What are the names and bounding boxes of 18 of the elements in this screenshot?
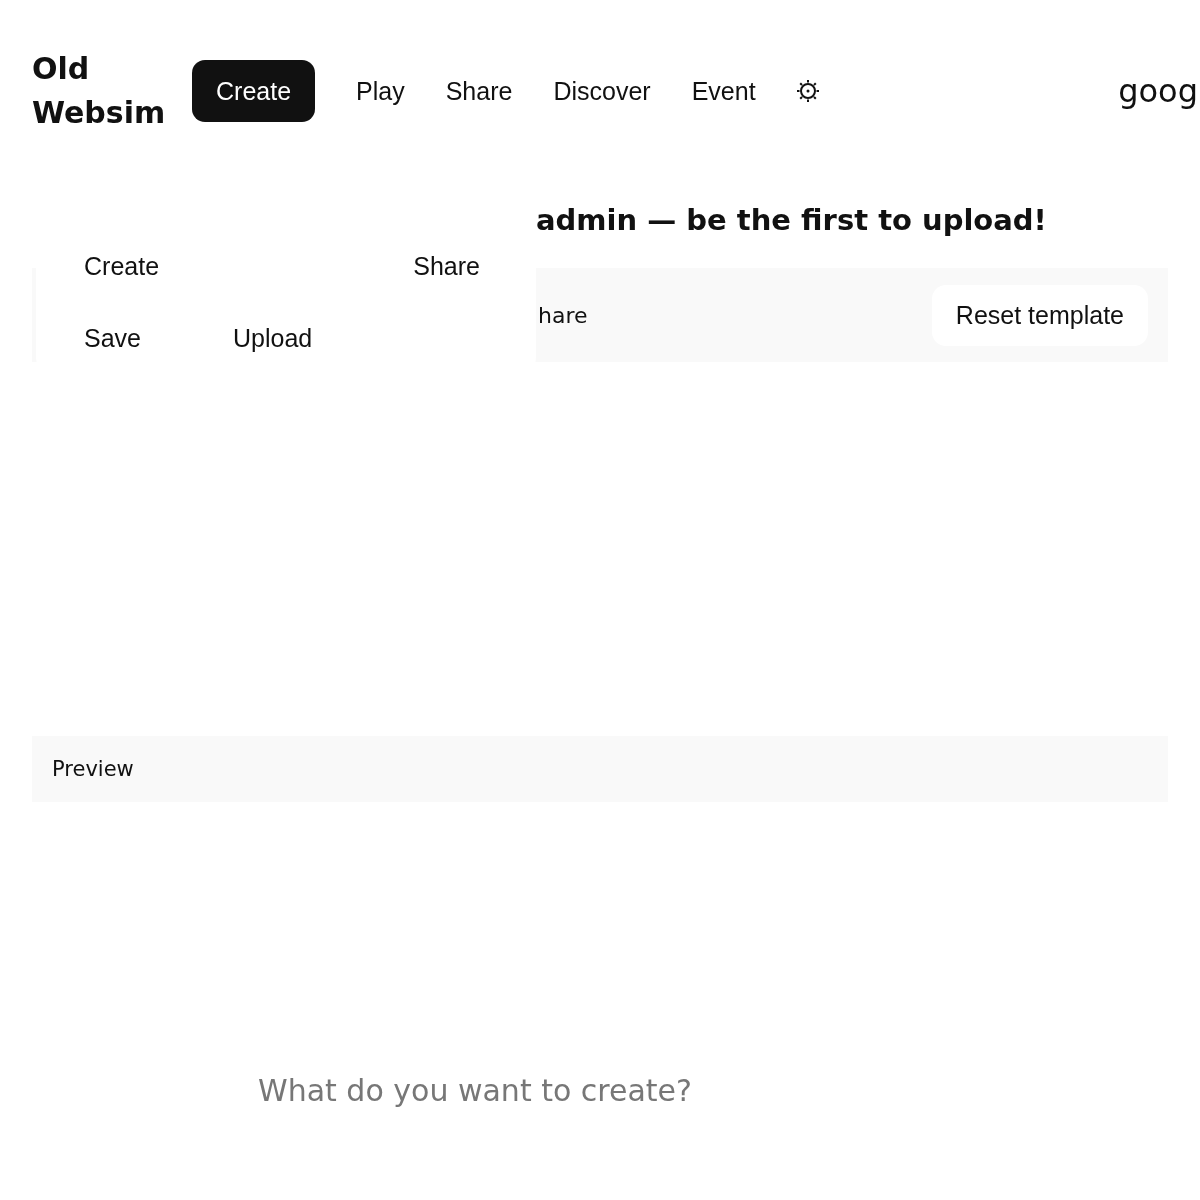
- menu-item[interactable]: Upload: [233, 324, 313, 354]
- preview-label: Preview: [52, 757, 134, 781]
- toolbar-label: hare: [538, 302, 588, 328]
- menu-item[interactable]: Share: [413, 251, 480, 281]
- sun-icon: [795, 79, 820, 103]
- account-name[interactable]: goog: [1118, 72, 1200, 110]
- site-logo[interactable]: Old Websim: [32, 47, 182, 135]
- menu-item[interactable]: Create: [84, 251, 160, 281]
- nav-tab[interactable]: Discover: [553, 60, 651, 122]
- page-heading: admin — be the first to upload!: [536, 202, 1048, 238]
- nav-tab[interactable]: Share: [445, 60, 513, 122]
- menu-item[interactable]: Save: [84, 324, 141, 354]
- reset-template-button[interactable]: Reset template: [931, 284, 1148, 346]
- prompt-input-field[interactable]: What do you want to create?: [256, 1072, 960, 1109]
- nav-tab[interactable]: Event: [691, 60, 756, 122]
- nav-tab[interactable]: Create: [192, 60, 316, 122]
- theme-toggle-button[interactable]: [795, 79, 820, 103]
- nav-tab[interactable]: Play: [356, 60, 405, 122]
